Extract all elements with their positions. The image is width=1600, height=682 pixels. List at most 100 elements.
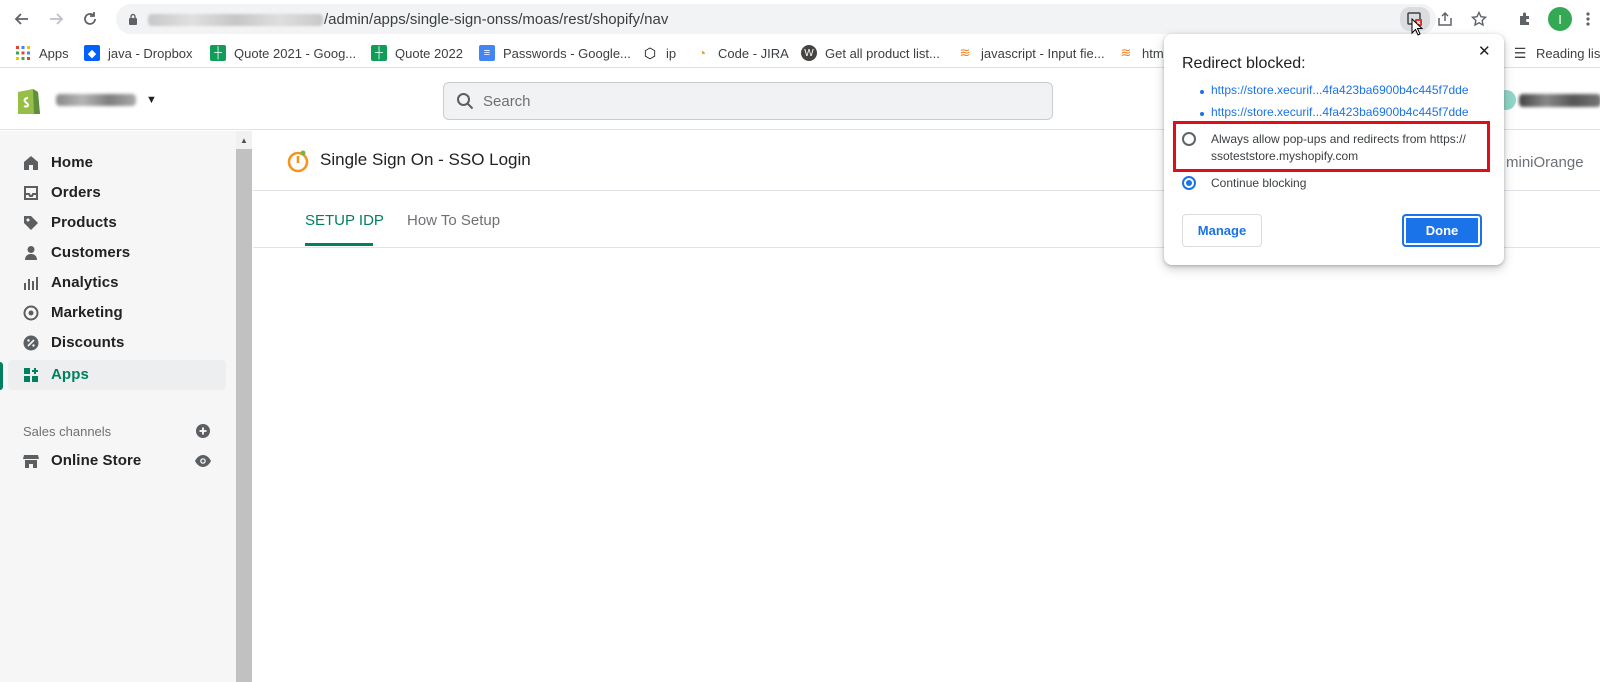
store-name-redacted[interactable] <box>56 94 136 106</box>
forward-button[interactable] <box>45 8 67 30</box>
sidebar-item-analytics[interactable]: Analytics <box>8 268 226 298</box>
view-online-store-button[interactable] <box>194 454 212 468</box>
bookmark-htm[interactable]: ≋ htm <box>1118 43 1164 63</box>
bullet-icon <box>1200 90 1204 94</box>
back-button[interactable] <box>11 8 33 30</box>
sidebar-item-discounts[interactable]: Discounts <box>8 328 226 358</box>
url-path: /admin/apps/single-sign-onss/moas/rest/s… <box>324 11 669 28</box>
sidebar-item-label: Home <box>51 154 94 171</box>
home-icon <box>22 155 40 171</box>
bookmark-label: htm <box>1142 45 1164 61</box>
apps-grid-icon <box>15 45 31 61</box>
url-text: /admin/apps/single-sign-onss/moas/rest/s… <box>148 11 668 28</box>
bookmark-quote-2021[interactable]: ┼ Quote 2021 - Goog... <box>210 43 356 63</box>
bookmark-star-button[interactable] <box>1468 9 1490 29</box>
tag-icon <box>22 215 40 231</box>
blocked-redirect-link[interactable]: https://store.xecurif...4fa423ba6900b4c4… <box>1211 83 1469 97</box>
profile-avatar[interactable]: I <box>1548 7 1572 31</box>
allow-redirects-label[interactable]: Always allow pop-ups and redirects from … <box>1211 131 1466 165</box>
done-button[interactable]: Done <box>1402 214 1482 247</box>
tab-how-to-setup[interactable]: How To Setup <box>407 212 500 229</box>
puzzle-icon <box>1520 12 1529 25</box>
sidebar-item-label: Analytics <box>51 274 119 291</box>
sidebar-item-label: Discounts <box>51 334 125 351</box>
url-host-redacted <box>148 14 323 27</box>
bookmark-label: Get all product list... <box>825 45 940 61</box>
bookmark-javascript-input[interactable]: ≋ javascript - Input fie... <box>957 43 1105 63</box>
browser-menu-button[interactable] <box>1582 8 1594 30</box>
bookmark-passwords[interactable]: ≡ Passwords - Google... <box>479 43 631 63</box>
allow-redirects-line2: ssoteststore.myshopify.com <box>1211 149 1359 163</box>
bookmark-label: Quote 2022 <box>395 45 463 61</box>
search-field[interactable]: Search <box>443 82 1053 120</box>
share-icon <box>1438 11 1452 26</box>
bookmark-quote-2022[interactable]: ┼ Quote 2022 <box>371 43 463 63</box>
reading-list-button[interactable]: ☰ Reading list <box>1512 43 1600 63</box>
bookmark-label: Code - JIRA <box>718 45 789 61</box>
blocked-redirect-link[interactable]: https://store.xecurif...4fa423ba6900b4c4… <box>1211 105 1469 119</box>
reading-list-label: Reading list <box>1536 45 1600 61</box>
plus-circle-icon <box>196 424 210 438</box>
sidebar-item-products[interactable]: Products <box>8 208 226 238</box>
share-button[interactable] <box>1434 9 1456 29</box>
sidebar-item-label: Marketing <box>51 304 123 321</box>
lock-icon <box>129 13 137 25</box>
bookmark-label: Passwords - Google... <box>503 45 631 61</box>
bar-chart-icon <box>22 275 40 291</box>
active-indicator <box>0 362 3 390</box>
wordpress-icon: W <box>801 45 817 61</box>
active-tab-underline <box>305 243 373 246</box>
sheets-icon: ┼ <box>371 45 387 61</box>
target-icon <box>22 305 40 321</box>
manage-button[interactable]: Manage <box>1182 214 1262 247</box>
search-placeholder: Search <box>483 93 531 110</box>
bookmark-code-jira[interactable]: ◔ Code - JIRA <box>694 43 789 63</box>
reload-button[interactable] <box>79 8 101 30</box>
user-name-redacted[interactable] <box>1519 94 1600 107</box>
bookmark-java-dropbox[interactable]: ◆ java - Dropbox <box>84 43 193 63</box>
bookmark-label: java - Dropbox <box>108 45 193 61</box>
orders-icon <box>22 185 40 201</box>
app-vendor-name: miniOrange <box>1506 154 1584 171</box>
sidebar-item-label: Apps <box>51 366 89 383</box>
caret-down-icon[interactable]: ▼ <box>146 94 157 106</box>
sidebar-item-customers[interactable]: Customers <box>8 238 226 268</box>
discount-icon <box>22 335 40 351</box>
continue-blocking-radio[interactable] <box>1182 176 1196 190</box>
shopify-bag-icon[interactable] <box>14 84 42 116</box>
close-icon[interactable]: ✕ <box>1478 42 1491 60</box>
sidebar-item-orders[interactable]: Orders <box>8 178 226 208</box>
sidebar-item-apps[interactable]: Apps <box>8 360 226 390</box>
redirect-blocked-dialog: Redirect blocked: ✕ https://store.xecuri… <box>1164 34 1504 265</box>
bullet-icon <box>1200 112 1204 116</box>
add-sales-channel-button[interactable] <box>195 423 211 439</box>
bookmark-get-all-product[interactable]: W Get all product list... <box>801 43 940 63</box>
jira-icon: ◔ <box>697 45 707 61</box>
scroll-up-arrow-icon[interactable]: ▲ <box>240 136 248 145</box>
stackoverflow-icon: ≋ <box>959 45 971 60</box>
app-title: Single Sign On - SSO Login <box>320 150 531 169</box>
browser-toolbar: /admin/apps/single-sign-onss/moas/rest/s… <box>0 0 1600 38</box>
bookmark-label: Quote 2021 - Goog... <box>234 45 357 61</box>
apps-icon <box>22 367 40 383</box>
storefront-icon <box>22 453 40 469</box>
continue-blocking-label[interactable]: Continue blocking <box>1211 175 1306 192</box>
sidebar-item-label: Orders <box>51 184 101 201</box>
bookmark-apps[interactable]: Apps <box>15 43 69 63</box>
tab-setup-idp[interactable]: SETUP IDP <box>305 212 384 229</box>
sidebar-item-home[interactable]: Home <box>8 148 226 178</box>
search-icon <box>457 93 474 110</box>
address-bar[interactable]: /admin/apps/single-sign-onss/moas/rest/s… <box>116 4 1487 34</box>
sidebar-scrollbar-thumb[interactable] <box>236 149 252 682</box>
sidebar-item-label: Products <box>51 214 117 231</box>
docs-icon: ≡ <box>479 45 495 61</box>
eye-icon <box>195 455 211 467</box>
sheets-icon: ┼ <box>210 45 226 61</box>
reading-list-icon: ☰ <box>1513 44 1527 61</box>
kebab-menu-icon <box>1586 12 1590 26</box>
codepen-icon: ⬡ <box>643 44 657 61</box>
allow-redirects-radio[interactable] <box>1182 132 1196 146</box>
extensions-button[interactable] <box>1514 8 1536 30</box>
sidebar-item-marketing[interactable]: Marketing <box>8 298 226 328</box>
bookmark-ip[interactable]: ⬡ ip <box>642 43 676 63</box>
